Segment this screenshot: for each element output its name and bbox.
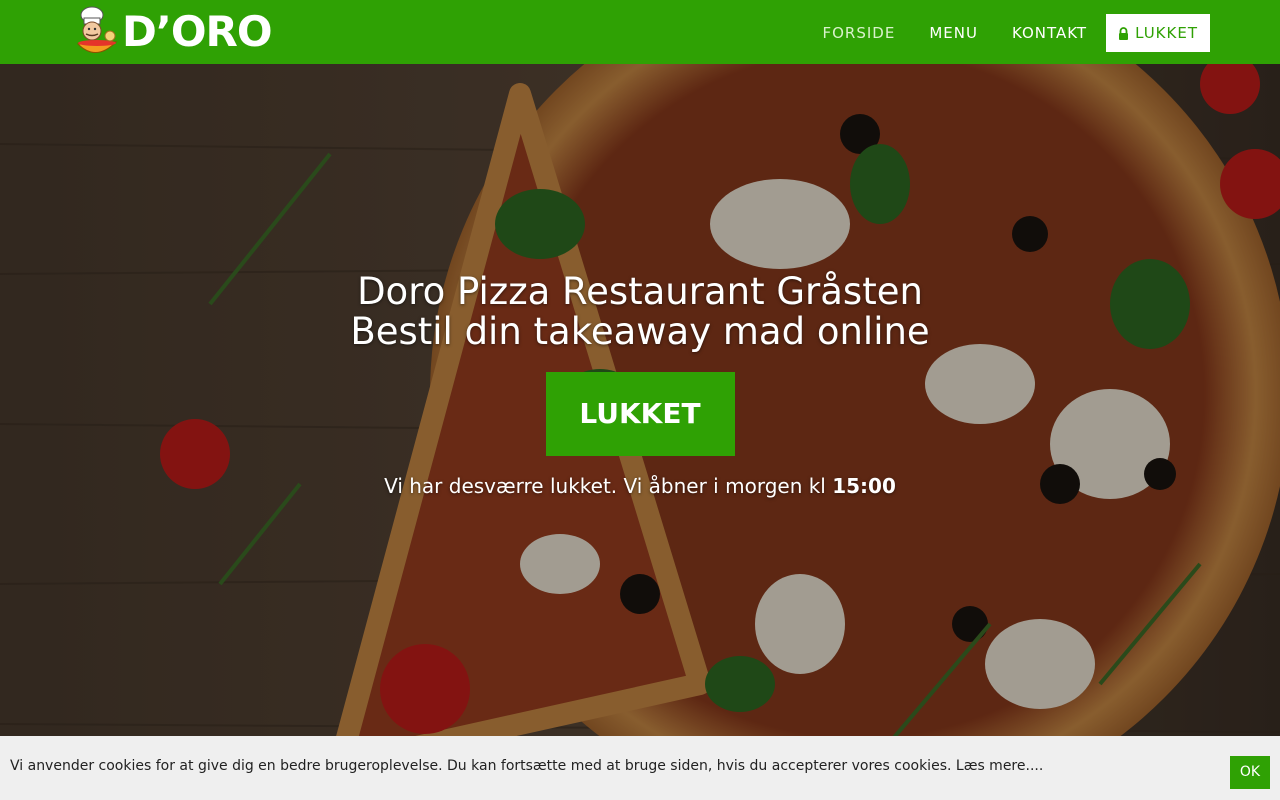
cookie-consent-bar: Vi anvender cookies for at give dig en b… bbox=[0, 736, 1280, 800]
hero-title-line-2: Bestil din takeaway mad online bbox=[350, 310, 930, 353]
cookie-ok-button[interactable]: OK bbox=[1230, 756, 1270, 789]
cookie-message: Vi anvender cookies for at give dig en b… bbox=[10, 758, 1043, 774]
hero-title-line-1: Doro Pizza Restaurant Gråsten bbox=[357, 270, 923, 313]
hero-content: Doro Pizza Restaurant Gråsten Bestil din… bbox=[0, 272, 1280, 499]
lock-icon bbox=[1119, 26, 1129, 40]
hero-title: Doro Pizza Restaurant Gråsten Bestil din… bbox=[0, 272, 1280, 352]
logo-text: D’ORO bbox=[122, 7, 273, 56]
logo[interactable]: D’ORO bbox=[72, 6, 273, 58]
nav-item-forside[interactable]: FORSIDE bbox=[805, 14, 912, 52]
navbar: D’ORO FORSIDE MENU KONTAKT LUKKET bbox=[0, 0, 1280, 64]
closed-status-button[interactable]: LUKKET bbox=[1106, 14, 1210, 52]
opening-time: 15:00 bbox=[832, 474, 896, 498]
closed-order-button[interactable]: LUKKET bbox=[545, 372, 735, 456]
opening-hours-note: Vi har desværre lukket. Vi åbner i morge… bbox=[0, 474, 1280, 498]
hero-section: Doro Pizza Restaurant Gråsten Bestil din… bbox=[0, 64, 1280, 800]
chef-mascot-icon bbox=[76, 6, 118, 53]
cookie-read-more-link[interactable]: Læs mere.... bbox=[956, 758, 1043, 774]
main-nav: FORSIDE MENU KONTAKT LUKKET bbox=[805, 14, 1210, 52]
closed-status-label: LUKKET bbox=[1135, 24, 1198, 42]
nav-item-menu[interactable]: MENU bbox=[912, 14, 995, 52]
opening-hours-text: Vi har desværre lukket. Vi åbner i morge… bbox=[384, 474, 833, 498]
cookie-message-text: Vi anvender cookies for at give dig en b… bbox=[10, 758, 956, 774]
nav-item-kontakt[interactable]: KONTAKT bbox=[995, 14, 1104, 52]
